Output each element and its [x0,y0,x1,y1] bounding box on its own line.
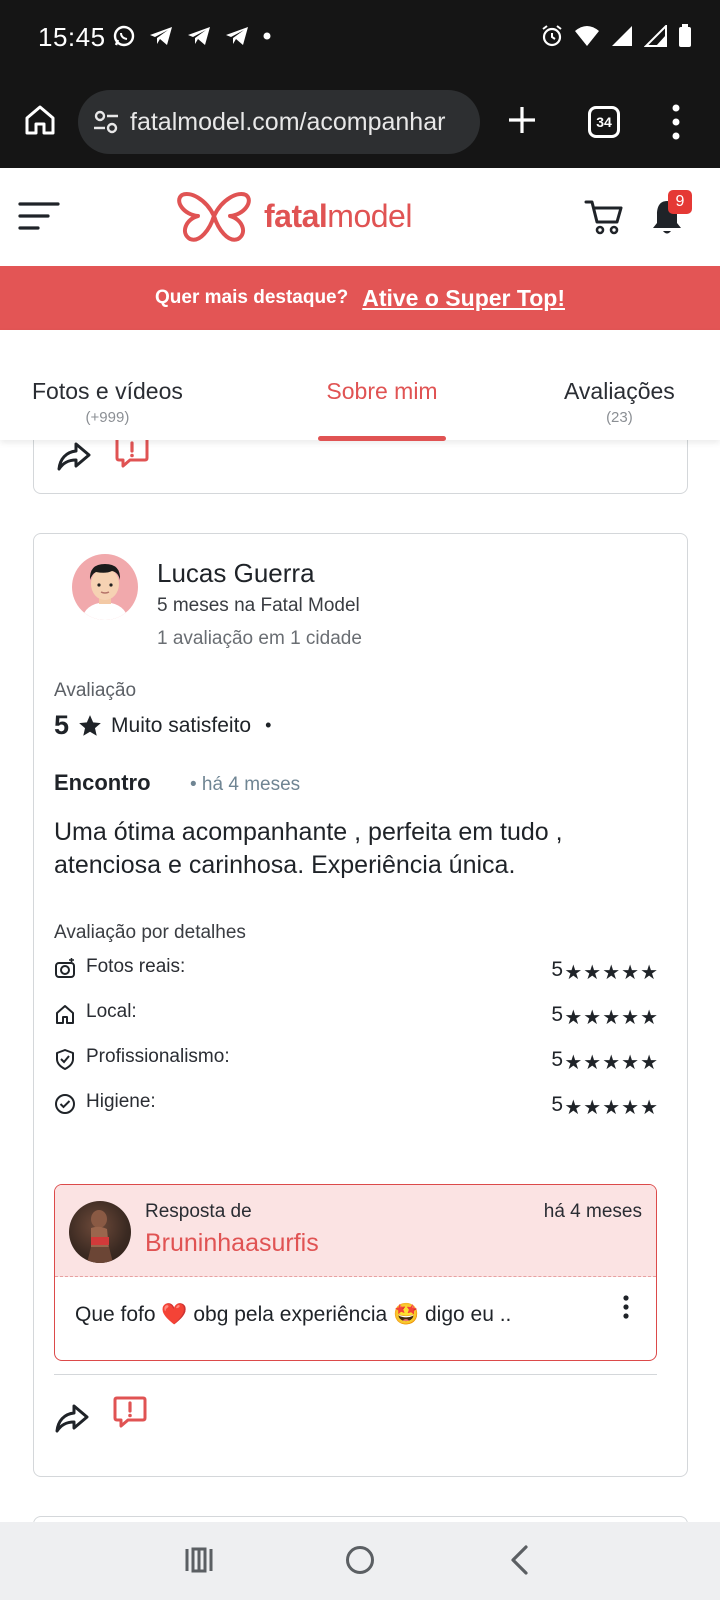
more-options-icon[interactable] [668,102,684,142]
profile-tabs: Fotos e vídeos (+999) Sobre mim Avaliaçõ… [0,330,720,441]
shield-check-icon [56,1049,74,1070]
super-top-link[interactable]: Ative o Super Top! [362,285,565,312]
system-navigation-bar [0,1522,720,1600]
house-icon [56,1005,74,1024]
rating-value: 5 [54,710,70,740]
home-icon[interactable] [22,102,58,138]
brand-wordmark: fatalmodel [264,198,412,235]
separator-dot: • [265,715,272,735]
overall-rating: 5 Muito satisfeito • [54,710,271,741]
telegram-icon [226,27,248,45]
promo-banner: Quer mais destaque? Ative o Super Top! [0,266,720,330]
wifi-icon [575,26,599,46]
review-card: Lucas Guerra 5 meses na Fatal Model 1 av… [33,533,688,1477]
battery-icon [679,24,691,47]
active-tab-indicator [318,436,446,441]
brand-butterfly-icon [177,192,251,242]
detail-stars: ★★★★★ [564,962,659,984]
cart-icon[interactable] [584,198,624,236]
reply-from-label: Resposta de [145,1201,252,1222]
report-icon[interactable] [112,1394,148,1430]
url-text[interactable]: fatalmodel.com/acompanhar [130,108,445,137]
new-tab-icon[interactable] [504,102,540,138]
detail-stars: ★★★★★ [564,1052,659,1074]
detail-value: 5 [551,1048,563,1071]
avatar[interactable] [72,554,138,620]
review-text: Uma ótima acompanhante , perfeita em tud… [54,818,563,879]
detail-row-local: Local: 5 ★★★★★ [54,999,659,1031]
review-type: Encontro [54,770,151,795]
menu-icon[interactable] [18,200,60,232]
reply-box: Resposta de Bruninhaasurfis há 4 meses Q… [54,1184,657,1361]
detail-stars: ★★★★★ [564,1097,659,1119]
reviewer-review-count: 1 avaliação em 1 cidade [157,628,362,649]
brand-logo[interactable]: fatalmodel [176,188,412,244]
rating-text: Muito satisfeito [111,713,252,737]
user-avatar-illustration [82,564,128,620]
check-circle-icon [55,1094,75,1114]
reply-avatar-photo [87,1210,113,1263]
rating-label: Avaliação [54,680,137,701]
detail-label: Higiene: [86,1091,156,1112]
reply-header: Resposta de Bruninhaasurfis há 4 meses [55,1185,656,1277]
reviewer-name[interactable]: Lucas Guerra [157,558,315,589]
recents-icon[interactable] [184,1546,214,1574]
detail-row-profissionalismo: Profissionalismo: 5 ★★★★★ [54,1044,659,1076]
signal-icon [644,25,667,47]
home-nav-button[interactable] [346,1546,374,1574]
tab-switcher-button[interactable]: 34 [588,106,620,138]
reply-text: Que fofo ❤️ obg pela experiência 🤩 digo … [75,1303,512,1326]
alarm-icon [542,25,562,47]
reply-username[interactable]: Bruninhaasurfis [145,1229,319,1258]
tab-fotos-videos[interactable]: Fotos e vídeos (+999) [32,378,183,426]
address-bar[interactable]: fatalmodel.com/acompanhar [78,90,480,154]
whatsapp-icon [113,25,135,47]
tab-count: (+999) [85,409,130,426]
tab-label: Avaliações [564,378,675,404]
star-icon [79,714,101,736]
camera-icon [55,958,75,978]
promo-question: Quer mais destaque? [155,287,349,308]
more-notifications-dot-icon [263,32,271,40]
reply-time: há 4 meses [543,1201,642,1222]
back-icon[interactable] [508,1544,530,1576]
detail-row-higiene: Higiene: 5 ★★★★★ [54,1089,659,1121]
detail-value: 5 [551,958,563,981]
tab-avaliacoes[interactable]: Avaliações (23) [564,378,675,426]
share-icon[interactable] [56,440,92,472]
tab-sobre-mim[interactable]: Sobre mim [318,378,446,405]
status-bar: 15:45 [0,0,720,78]
reply-avatar[interactable] [69,1201,131,1263]
detail-stars: ★★★★★ [564,1007,659,1029]
reply-more-options-icon[interactable] [622,1295,630,1319]
detail-label: Local: [86,1001,137,1022]
tab-count: (23) [606,409,633,426]
member-since: 5 meses na Fatal Model [157,595,360,616]
detail-label: Fotos reais: [86,956,186,977]
share-icon[interactable] [54,1402,90,1434]
tab-label: Sobre mim [326,378,438,404]
notification-icons [112,24,272,48]
detail-label: Profissionalismo: [86,1046,230,1067]
browser-toolbar: fatalmodel.com/acompanhar 34 [0,78,720,168]
detail-value: 5 [551,1003,563,1026]
detail-value: 5 [551,1093,563,1116]
detail-row-fotos-reais: Fotos reais: 5 ★★★★★ [54,954,659,986]
review-time: • há 4 meses [190,774,301,795]
divider [54,1374,657,1375]
notification-badge: 9 [668,190,692,214]
site-header: fatalmodel 9 [0,168,720,266]
brand-light: model [327,197,412,234]
telegram-icon [150,27,172,45]
telegram-icon [188,27,210,45]
system-icons [540,24,692,48]
details-title: Avaliação por detalhes [54,922,246,943]
tab-label: Fotos e vídeos [32,378,183,404]
signal-icon [612,26,632,46]
site-settings-icon[interactable] [92,108,120,136]
status-time: 15:45 [38,22,106,52]
brand-bold: fatal [264,197,328,234]
